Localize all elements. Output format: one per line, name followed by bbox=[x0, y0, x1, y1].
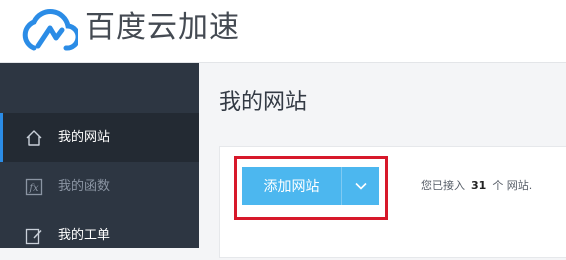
site-count-number: 31 bbox=[471, 179, 487, 192]
site-count-text: 您已接入 31 个 网站. bbox=[421, 178, 532, 194]
sidebar-item-label: 我的网站 bbox=[58, 129, 111, 145]
sidebar-item-my-functions[interactable]: fx 我的函数 bbox=[0, 162, 199, 211]
site-count-suffix: 个 网站. bbox=[492, 179, 533, 192]
cloud-logo-icon bbox=[22, 9, 78, 51]
sidebar-item-label: 我的函数 bbox=[58, 178, 111, 194]
highlight-box bbox=[234, 156, 388, 220]
sidebar: 我的网站 fx 我的函数 我的工单 bbox=[0, 63, 199, 248]
brand-name: 百度云加速 bbox=[85, 10, 240, 45]
home-icon bbox=[24, 128, 44, 148]
sidebar-item-my-tickets[interactable]: 我的工单 bbox=[0, 211, 199, 260]
function-icon: fx bbox=[24, 177, 44, 197]
sidebar-item-my-websites[interactable]: 我的网站 bbox=[0, 113, 199, 162]
top-header: 百度云加速 bbox=[0, 0, 566, 63]
edit-icon bbox=[24, 226, 44, 246]
svg-text:fx: fx bbox=[28, 183, 39, 194]
page-title: 我的网站 bbox=[219, 90, 308, 115]
site-count-prefix: 您已接入 bbox=[421, 179, 465, 192]
sidebar-item-label: 我的工单 bbox=[58, 227, 111, 243]
